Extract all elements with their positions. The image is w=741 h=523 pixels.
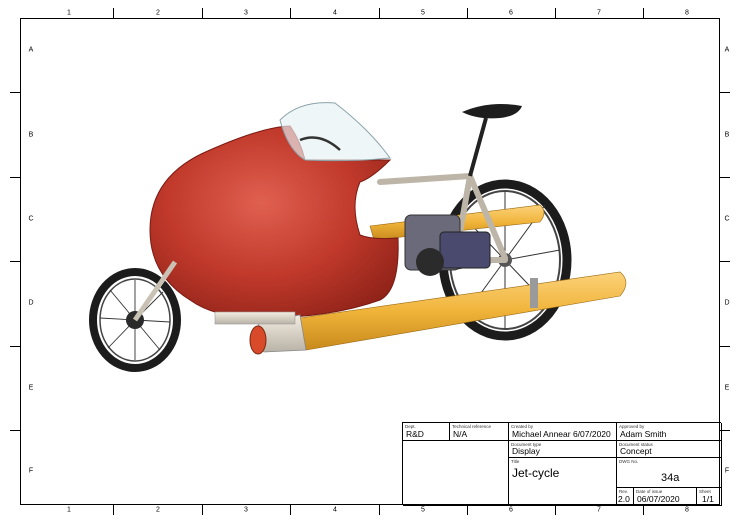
title-caption: Title [511,459,520,464]
technical-reference-cell: Technical reference N/A [450,423,509,441]
date-of-issue-value: 06/07/2020 [637,494,680,504]
created-by-cell: Created by Michael Annear 6/07/2020 [509,423,617,441]
document-status-cell: Document status Concept [617,441,722,458]
document-type-cell: Document type Display [509,441,617,458]
document-type-value: Display [512,446,540,456]
seat-post [468,117,488,177]
red-fairing [149,102,399,319]
dwg-no-caption: DWG No. [619,459,639,464]
dwg-no-cell: DWG No. 34a [617,458,722,488]
sheet-cell: Sheet 1/1 [697,488,722,506]
front-wheel [89,260,181,372]
title-cell: Title Jet-cycle [509,458,617,506]
document-status-value: Concept [620,446,652,456]
approved-by-value: Adam Smith [620,429,667,439]
sheet-value: 1/1 [702,494,714,504]
dwg-no-value: 34a [661,472,680,484]
blank-area [403,441,509,506]
title-value: Jet-cycle [512,466,560,480]
approved-by-cell: Approved by Adam Smith [617,423,722,441]
drawing-sheet: 1 2 3 4 5 6 7 8 1 2 3 4 5 6 7 8 A B C D … [0,0,741,523]
title-block: Dept. R&D Technical reference N/A Create… [402,422,722,506]
dept-value: R&D [406,429,424,439]
saddle [462,104,522,119]
created-by-value: Michael Annear 6/07/2020 [512,429,611,439]
rev-cell: Rev. 2.0 [617,488,634,506]
technical-reference-value: N/A [453,429,468,439]
rev-value: 2.0 [618,494,630,504]
date-of-issue-cell: Date of issue 06/07/2020 [634,488,697,506]
dept-cell: Dept. R&D [403,423,450,441]
